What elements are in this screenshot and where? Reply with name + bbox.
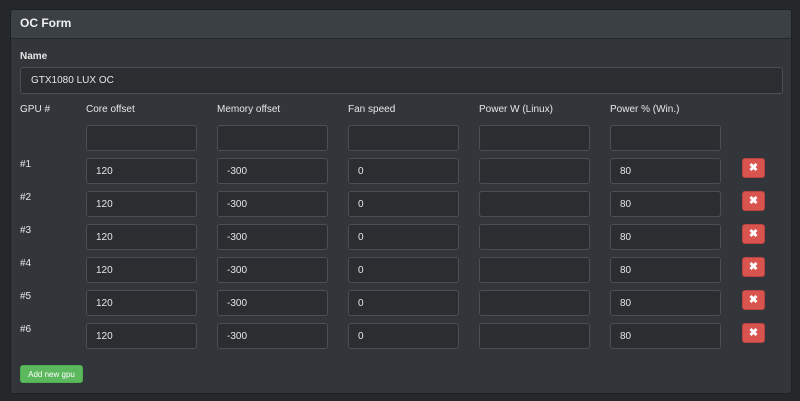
power-pct-input[interactable] bbox=[610, 158, 721, 184]
fan-speed-input[interactable] bbox=[348, 158, 459, 184]
power-w-input[interactable] bbox=[479, 224, 590, 250]
memory-offset-input[interactable] bbox=[217, 158, 328, 184]
power-pct-input[interactable] bbox=[610, 224, 721, 250]
memory-offset-input[interactable] bbox=[217, 290, 328, 316]
bulk-power-pct-input[interactable] bbox=[610, 125, 721, 151]
power-w-input[interactable] bbox=[479, 191, 590, 217]
close-icon: ✖ bbox=[748, 194, 759, 207]
power-w-input[interactable] bbox=[479, 257, 590, 283]
fan-speed-input[interactable] bbox=[348, 224, 459, 250]
core-offset-input[interactable] bbox=[86, 290, 197, 316]
delete-gpu-button[interactable]: ✖ bbox=[742, 158, 765, 178]
bulk-memory-offset-input[interactable] bbox=[217, 125, 328, 151]
column-header-power-pct: Power % (Win.) bbox=[610, 104, 680, 115]
power-pct-input[interactable] bbox=[610, 257, 721, 283]
close-icon: ✖ bbox=[748, 260, 759, 273]
core-offset-input[interactable] bbox=[86, 257, 197, 283]
gpu-row-label: #2 bbox=[20, 192, 32, 203]
memory-offset-input[interactable] bbox=[217, 323, 328, 349]
core-offset-input[interactable] bbox=[86, 323, 197, 349]
delete-gpu-button[interactable]: ✖ bbox=[742, 191, 765, 211]
core-offset-input[interactable] bbox=[86, 191, 197, 217]
memory-offset-input[interactable] bbox=[217, 257, 328, 283]
bulk-fan-speed-input[interactable] bbox=[348, 125, 459, 151]
gpu-row-label: #3 bbox=[20, 225, 32, 236]
gpu-row-label: #4 bbox=[20, 258, 32, 269]
bulk-power-w-input[interactable] bbox=[479, 125, 590, 151]
delete-gpu-button[interactable]: ✖ bbox=[742, 224, 765, 244]
power-pct-input[interactable] bbox=[610, 323, 721, 349]
panel-header bbox=[11, 10, 791, 39]
add-new-gpu-button[interactable]: Add new gpu bbox=[20, 365, 83, 383]
gpu-row-label: #5 bbox=[20, 291, 32, 302]
oc-form-panel: OC Form Name GPU # Core offset Memory of… bbox=[10, 9, 792, 394]
close-icon: ✖ bbox=[748, 161, 759, 174]
bulk-core-offset-input[interactable] bbox=[86, 125, 197, 151]
power-w-input[interactable] bbox=[479, 323, 590, 349]
name-label: Name bbox=[20, 51, 48, 62]
fan-speed-input[interactable] bbox=[348, 290, 459, 316]
fan-speed-input[interactable] bbox=[348, 257, 459, 283]
column-header-memory-offset: Memory offset bbox=[217, 104, 281, 115]
power-pct-input[interactable] bbox=[610, 290, 721, 316]
close-icon: ✖ bbox=[748, 326, 759, 339]
memory-offset-input[interactable] bbox=[217, 224, 328, 250]
power-pct-input[interactable] bbox=[610, 191, 721, 217]
memory-offset-input[interactable] bbox=[217, 191, 328, 217]
close-icon: ✖ bbox=[748, 227, 759, 240]
power-w-input[interactable] bbox=[479, 158, 590, 184]
core-offset-input[interactable] bbox=[86, 224, 197, 250]
close-icon: ✖ bbox=[748, 293, 759, 306]
fan-speed-input[interactable] bbox=[348, 191, 459, 217]
column-header-fan-speed: Fan speed bbox=[348, 104, 396, 115]
fan-speed-input[interactable] bbox=[348, 323, 459, 349]
column-header-core-offset: Core offset bbox=[86, 104, 135, 115]
delete-gpu-button[interactable]: ✖ bbox=[742, 323, 765, 343]
column-header-power-w: Power W (Linux) bbox=[479, 104, 553, 115]
column-header-gpu: GPU # bbox=[20, 104, 51, 115]
delete-gpu-button[interactable]: ✖ bbox=[742, 290, 765, 310]
delete-gpu-button[interactable]: ✖ bbox=[742, 257, 765, 277]
power-w-input[interactable] bbox=[479, 290, 590, 316]
name-input[interactable] bbox=[20, 67, 783, 94]
core-offset-input[interactable] bbox=[86, 158, 197, 184]
gpu-row-label: #6 bbox=[20, 324, 32, 335]
panel-title: OC Form bbox=[20, 16, 72, 30]
gpu-row-label: #1 bbox=[20, 159, 32, 170]
